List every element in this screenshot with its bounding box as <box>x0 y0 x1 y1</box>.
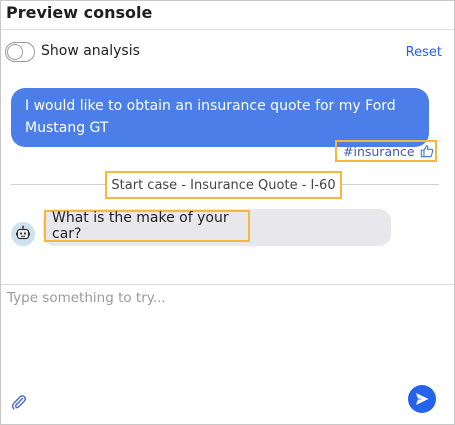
start-case-label: Start case - Insurance Quote - I-60 <box>105 171 342 199</box>
title-divider <box>1 29 454 30</box>
paperclip-icon[interactable] <box>10 393 28 411</box>
robot-icon <box>16 225 30 240</box>
user-message-bubble: I would like to obtain an insurance quot… <box>11 88 429 147</box>
start-case-text: Start case - Insurance Quote - I-60 <box>111 177 336 193</box>
user-message-text: I would like to obtain an insurance quot… <box>25 98 396 136</box>
intent-tag-text: #insurance <box>343 143 415 159</box>
bot-avatar-icon <box>11 222 35 246</box>
bot-message-highlight: What is the make of your car? <box>44 210 250 242</box>
bot-message-text: What is the make of your car? <box>52 210 229 242</box>
intent-tag[interactable]: #insurance <box>335 140 437 162</box>
send-icon <box>416 393 429 405</box>
show-analysis-toggle[interactable] <box>5 42 35 62</box>
show-analysis-label: Show analysis <box>41 43 140 59</box>
page-title: Preview console <box>6 3 153 22</box>
send-button[interactable] <box>408 385 436 413</box>
toggle-knob <box>7 44 23 60</box>
composer-divider <box>1 284 454 285</box>
preview-console-panel: Preview console Show analysis Reset I wo… <box>0 0 455 425</box>
thumbs-up-icon[interactable] <box>420 144 434 158</box>
reset-button[interactable]: Reset <box>406 45 442 60</box>
message-input[interactable]: Type something to try... <box>7 290 166 306</box>
